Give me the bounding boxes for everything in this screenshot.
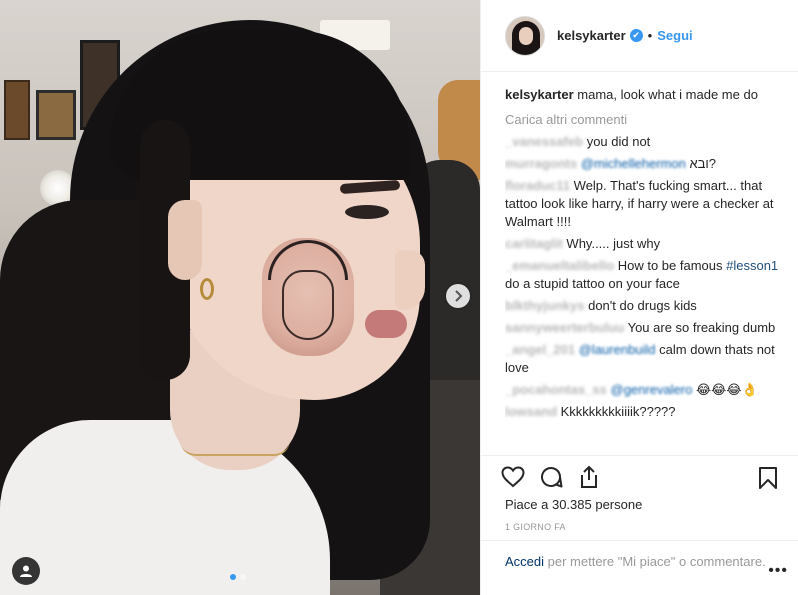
ear <box>168 200 202 280</box>
wall-frame <box>4 80 30 140</box>
comment-text: don't do drugs kids <box>588 298 697 313</box>
comment-text: How to be famous <box>617 258 727 273</box>
comment-username[interactable]: blkthyjunkys <box>505 298 584 313</box>
verified-badge-icon: ✔ <box>629 29 643 42</box>
comment-item: sannyweerterbuluu You are so freaking du… <box>505 319 786 337</box>
tattoo-line <box>282 270 334 340</box>
comment-text: Kkkkkkkkkiiiik????? <box>560 404 676 419</box>
lips <box>365 310 407 338</box>
comment-username[interactable]: _angel_201 <box>505 342 575 357</box>
chevron-right-icon[interactable] <box>446 284 470 308</box>
avatar[interactable] <box>505 15 545 56</box>
comment-mention[interactable]: @genrevalero <box>611 382 693 397</box>
comment-item: _pocahontas_ss @genrevalero 😂😂😂👌 <box>505 381 786 399</box>
login-link[interactable]: Accedi <box>505 554 544 569</box>
action-bar <box>481 455 798 497</box>
necklace <box>180 440 290 456</box>
comment-text: 😂😂😂👌 <box>692 382 758 397</box>
comment-item: _emanueltalibello How to be famous #less… <box>505 257 786 293</box>
comment-items: _vanessafeb you did not murragonts @miche… <box>505 133 786 421</box>
comment-item: lowsand Kkkkkkkkkiiiik????? <box>505 403 786 421</box>
avatar-face <box>519 26 533 45</box>
comment-username[interactable]: carlitaglit <box>505 236 563 251</box>
comment-item: blkthyjunkys don't do drugs kids <box>505 297 786 315</box>
earring <box>200 278 214 300</box>
instagram-post-modal: kelsykarter ✔ • Segui kelsykarter mama, … <box>0 0 798 595</box>
comments-list[interactable]: kelsykarter mama, look what i made me do… <box>505 82 786 454</box>
likes-count[interactable]: Piace a 30.385 persone <box>505 497 642 512</box>
comment-item: murragonts @michellehermon ובא? <box>505 155 786 173</box>
comment-username[interactable]: sannyweerterbuluu <box>505 320 624 335</box>
comment-username[interactable]: _vanessafeb <box>505 134 583 149</box>
carousel-indicator <box>230 574 246 580</box>
author-username[interactable]: kelsykarter <box>557 28 626 43</box>
separator: • <box>647 28 653 43</box>
comment-item: _vanessafeb you did not <box>505 133 786 151</box>
bookmark-icon[interactable] <box>754 464 782 492</box>
login-prompt: Accedi per mettere "Mi piace" o commenta… <box>481 540 798 571</box>
user-tag-icon[interactable] <box>12 557 40 585</box>
caption-text: mama, look what i made me do <box>577 87 758 102</box>
comment-item: carlitaglit Why..... just why <box>505 235 786 253</box>
follow-button[interactable]: Segui <box>657 28 692 43</box>
comment-text: you did not <box>586 134 651 149</box>
post-timestamp: 1 GIORNO FA <box>505 522 566 532</box>
post-caption: kelsykarter mama, look what i made me do <box>505 86 786 104</box>
nose <box>395 250 425 310</box>
post-header: kelsykarter ✔ • Segui <box>481 0 798 72</box>
load-more-comments-button[interactable]: Carica altri commenti <box>505 112 786 127</box>
comment-mention[interactable]: @laurenbuild <box>579 342 656 357</box>
post-photo[interactable] <box>0 0 480 595</box>
comment-item: _angel_201 @laurenbuild calm down thats … <box>505 341 786 377</box>
comment-username[interactable]: lowsand <box>505 404 557 419</box>
login-prompt-text: per mettere "Mi piace" o commentare. <box>544 554 766 569</box>
eye <box>345 205 389 219</box>
comment-username[interactable]: _emanueltalibello <box>505 258 614 273</box>
wall-frame <box>36 90 76 140</box>
comment-username[interactable]: murragonts <box>505 156 577 171</box>
comment-username[interactable]: floraduc11 <box>505 178 570 193</box>
comment-text: ובא? <box>685 156 717 171</box>
caption-username[interactable]: kelsykarter <box>505 87 574 102</box>
comment-text: do a stupid tattoo on your face <box>505 276 680 291</box>
carousel-dot <box>230 574 236 580</box>
comment-text: You are so freaking dumb <box>627 320 776 335</box>
share-icon[interactable] <box>575 463 603 491</box>
comment-item: floraduc11 Welp. That's fucking smart...… <box>505 177 786 231</box>
comment-mention[interactable]: @michellehermon <box>581 156 686 171</box>
comment-hashtag[interactable]: #lesson1 <box>726 258 778 273</box>
heart-icon[interactable] <box>499 463 527 491</box>
carousel-dot <box>240 574 246 580</box>
post-sidebar: kelsykarter ✔ • Segui kelsykarter mama, … <box>480 0 798 595</box>
comment-text: Why..... just why <box>566 236 661 251</box>
comment-username[interactable]: _pocahontas_ss <box>505 382 607 397</box>
comment-icon[interactable] <box>537 463 565 491</box>
more-options-icon[interactable]: ••• <box>768 562 788 580</box>
